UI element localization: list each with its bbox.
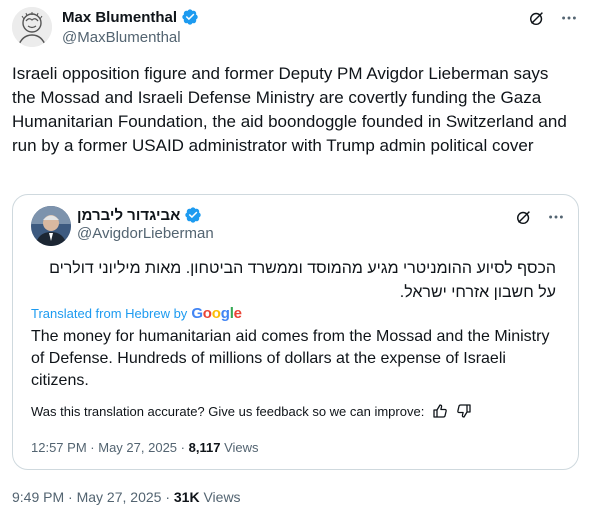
verified-icon	[184, 206, 202, 224]
tweet-meta: 9:49 PM · May 27, 2025 · 31K Views	[12, 489, 241, 505]
tweet-actions	[527, 8, 579, 28]
quoted-tweet-translation: The money for humanitarian aid comes fro…	[31, 328, 550, 389]
quoted-tweet-actions	[514, 207, 566, 227]
tweet-views-label: Views	[203, 489, 241, 505]
thumbs-up-icon[interactable]	[432, 403, 448, 419]
author-handle[interactable]: @MaxBlumenthal	[62, 29, 181, 46]
translation-feedback: Was this translation accurate? Give us f…	[31, 403, 472, 419]
quoted-tweet-meta: 12:57 PM · May 27, 2025 · 8,117 Views	[31, 440, 259, 455]
more-icon[interactable]	[559, 8, 579, 28]
thumbs-down-icon[interactable]	[456, 403, 472, 419]
quoted-author-handle[interactable]: @AvigdorLieberman	[77, 225, 214, 242]
google-logo: Google	[191, 305, 242, 322]
quoted-author-name[interactable]: אביגדור ליברמן	[77, 207, 180, 224]
quoted-tweet-original-text: הכסף לסיוע ההומניטרי מגיע מהמוסד וממשרד …	[49, 260, 556, 301]
translated-prefix: Translated from Hebrew by	[31, 306, 188, 321]
quoted-views-label: Views	[224, 440, 259, 455]
author-name[interactable]: Max Blumenthal	[62, 9, 177, 26]
author-name-row: Max Blumenthal	[62, 8, 199, 26]
quoted-date[interactable]: May 27, 2025	[98, 440, 177, 455]
feedback-text: Was this translation accurate? Give us f…	[31, 403, 425, 419]
verified-icon	[181, 8, 199, 26]
tweet-date[interactable]: May 27, 2025	[77, 489, 162, 505]
quoted-author-name-row: אביגדור ליברמן	[77, 206, 202, 224]
tweet-time[interactable]: 9:49 PM	[12, 489, 64, 505]
quoted-views-count: 8,117	[188, 440, 221, 455]
grok-icon[interactable]	[514, 207, 534, 227]
quoted-author-avatar[interactable]	[31, 206, 71, 246]
quoted-tweet[interactable]: אביגדור ליברמן @AvigdorLieberman הכסף לס…	[12, 194, 579, 470]
quoted-time[interactable]: 12:57 PM	[31, 440, 87, 455]
tweet: Max Blumenthal @MaxBlumenthal Israeli op…	[0, 0, 591, 518]
tweet-text: Israeli opposition figure and former Dep…	[12, 64, 567, 155]
more-icon[interactable]	[546, 207, 566, 227]
translation-attribution: Translated from Hebrew by Google	[31, 305, 242, 322]
grok-icon[interactable]	[527, 8, 547, 28]
tweet-views-count[interactable]: 31K	[174, 489, 200, 505]
author-avatar[interactable]	[12, 7, 52, 47]
translated-from-label[interactable]: Translated from Hebrew by	[31, 306, 187, 321]
